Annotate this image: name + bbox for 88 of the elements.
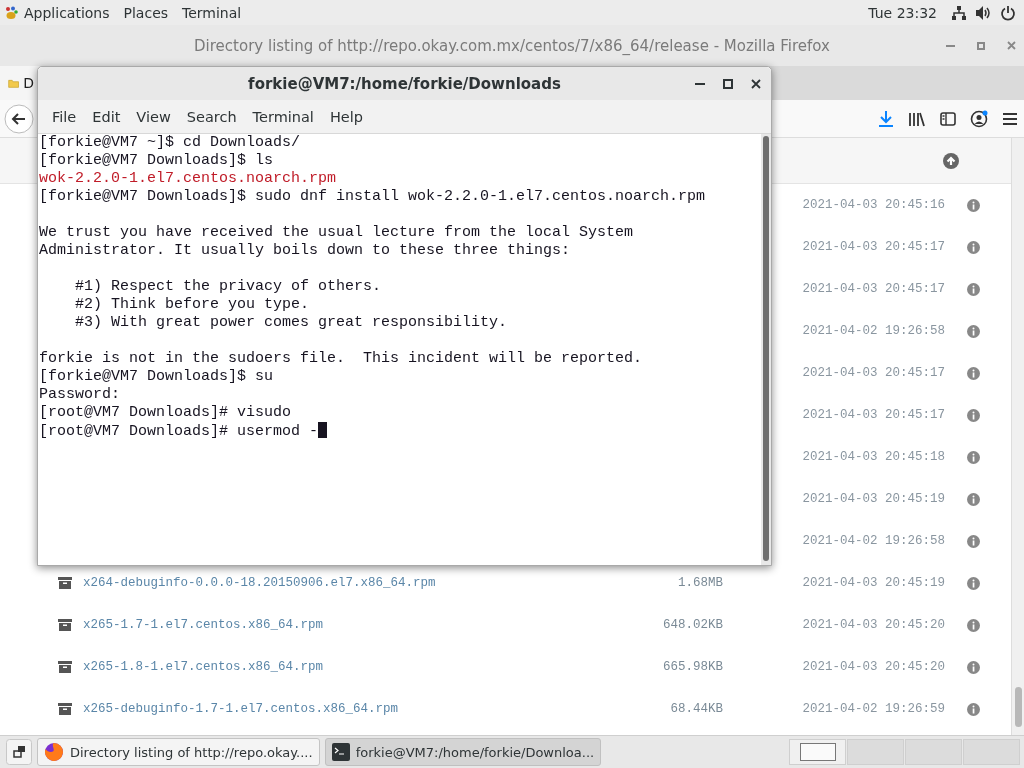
file-date: 2021-04-02 19:26:58 — [802, 534, 945, 548]
archive-icon — [58, 619, 72, 631]
terminal-line: [forkie@VM7 Downloads]$ su — [39, 368, 274, 386]
foot-icon — [4, 5, 18, 20]
menu-item[interactable]: File — [44, 108, 85, 125]
network-icon[interactable] — [951, 4, 967, 21]
file-size: 68.44KB — [669, 702, 723, 716]
file-date: 2021-04-03 20:45:17 — [802, 366, 945, 380]
terminal-line: #3) With great power comes great responsibility. — [74, 314, 508, 332]
info-icon[interactable] — [967, 492, 980, 506]
browser-icon — [44, 742, 64, 762]
terminal-line: We trust you have received the usual lecture from the local System — [39, 224, 634, 242]
workspace-button[interactable] — [789, 739, 846, 765]
info-icon[interactable] — [967, 618, 980, 632]
window-title: forkie@VM7:/home/forkie/Downloads — [248, 74, 561, 93]
file-size: 1.68MB — [677, 576, 723, 590]
file-date: 2021-04-03 20:45:19 — [802, 576, 945, 590]
menu-icon[interactable] — [1002, 111, 1018, 126]
file-link[interactable]: x265-debuginfo-1.7-1.el7.centos.x86_64.rpm — [83, 702, 653, 716]
file-date: 2021-04-03 20:45:20 — [802, 660, 945, 674]
file-size: 665.98KB — [662, 660, 723, 674]
info-icon[interactable] — [967, 534, 980, 548]
file-date: 2021-04-02 19:26:59 — [802, 702, 945, 716]
terminal-line: [forkie@VM7 Downloads]$ sudo dnf install wok-2.2.0-1.el7.centos.noarch.rpm — [39, 188, 706, 206]
top-menu[interactable]: Places — [123, 4, 169, 21]
file-size: 648.02KB — [662, 618, 723, 632]
minimize-icon[interactable] — [695, 82, 705, 85]
info-icon[interactable] — [967, 660, 980, 674]
clock[interactable]: Tue 23:32 — [868, 4, 937, 21]
terminal-line: Administrator. It usually boils down to these three things: — [39, 242, 571, 260]
top-menu[interactable]: Terminal — [182, 4, 242, 21]
info-icon[interactable] — [967, 324, 980, 338]
terminal-line: #2) Think before you type. — [74, 296, 310, 314]
maximize-icon[interactable] — [723, 78, 733, 89]
info-icon[interactable] — [967, 282, 980, 296]
info-icon[interactable] — [967, 450, 980, 464]
terminal-icon — [331, 743, 350, 761]
file-date: 2021-04-03 20:45:18 — [802, 450, 945, 464]
menu-item[interactable]: Help — [321, 108, 371, 125]
file-date: 2021-04-03 20:45:20 — [802, 618, 945, 632]
menu-item[interactable]: Search — [178, 108, 245, 125]
info-icon[interactable] — [967, 198, 980, 212]
workspace-icon[interactable] — [6, 739, 32, 765]
file-link[interactable]: x265-1.7-1.el7.centos.x86_64.rpm — [83, 618, 653, 632]
menu-item[interactable]: Terminal — [244, 108, 322, 125]
scrollbar[interactable] — [1011, 138, 1024, 735]
file-date: 2021-04-03 20:45:17 — [802, 240, 945, 254]
account-icon[interactable] — [970, 109, 988, 128]
taskbar-button[interactable]: forkie@VM7:/home/forkie/Downloa... — [324, 738, 602, 766]
file-date: 2021-04-03 20:45:17 — [802, 282, 945, 296]
info-icon[interactable] — [967, 240, 980, 254]
browser-tab[interactable]: D — [0, 66, 40, 100]
terminal-line: [forkie@VM7 Downloads]$ ls — [39, 152, 274, 170]
file-date: 2021-04-03 20:45:19 — [802, 492, 945, 506]
window-title: Directory listing of http://repo.okay.com.mx/centos/7/x86_64/release - Mozilla Firefox — [194, 36, 830, 55]
file-date: 2021-04-02 19:26:58 — [802, 324, 945, 338]
info-icon[interactable] — [967, 576, 980, 590]
terminal-line: #1) Respect the privacy of others. — [74, 278, 382, 296]
file-date: 2021-04-03 20:45:17 — [802, 408, 945, 422]
file-date: 2021-04-03 20:45:16 — [802, 198, 945, 212]
file-link[interactable]: x264-debuginfo-0.0.0-18.20150906.el7.x86_64.rpm — [83, 576, 653, 590]
top-menu[interactable]: Applications — [24, 4, 110, 21]
terminal-line: [root@VM7 Downloads]# visudo — [39, 404, 292, 422]
power-icon[interactable] — [1000, 4, 1016, 21]
up-arrow-icon[interactable] — [943, 152, 959, 169]
back-icon[interactable] — [4, 103, 34, 134]
info-icon[interactable] — [967, 702, 980, 716]
terminal-line: [forkie@VM7 ~]$ cd Downloads/ — [39, 134, 301, 152]
menu-item[interactable]: Edit — [84, 108, 129, 125]
file-link[interactable]: x265-1.8-1.el7.centos.x86_64.rpm — [83, 660, 653, 674]
info-icon[interactable] — [967, 408, 980, 422]
archive-icon — [58, 661, 72, 673]
terminal-line: forkie is not in the sudoers file. This incident will be reported. — [39, 350, 643, 368]
terminal-line: Password: — [39, 386, 120, 404]
menu-item[interactable]: View — [128, 108, 179, 125]
archive-icon — [58, 577, 72, 589]
volume-icon[interactable] — [975, 4, 992, 21]
taskbar-button[interactable]: Directory listing of http://repo.okay.... — [37, 738, 320, 766]
scrollbar[interactable] — [761, 134, 771, 565]
cursor — [318, 422, 328, 438]
terminal-line: [root@VM7 Downloads]# usermod - — [39, 423, 319, 441]
close-icon[interactable] — [751, 78, 761, 89]
archive-icon — [58, 703, 72, 715]
info-icon[interactable] — [967, 366, 980, 380]
sidebar-icon[interactable] — [940, 111, 956, 126]
terminal-line: wok-2.2.0-1.el7.centos.noarch.rpm — [39, 170, 337, 188]
library-icon[interactable] — [908, 110, 926, 127]
download-icon[interactable] — [878, 109, 894, 128]
